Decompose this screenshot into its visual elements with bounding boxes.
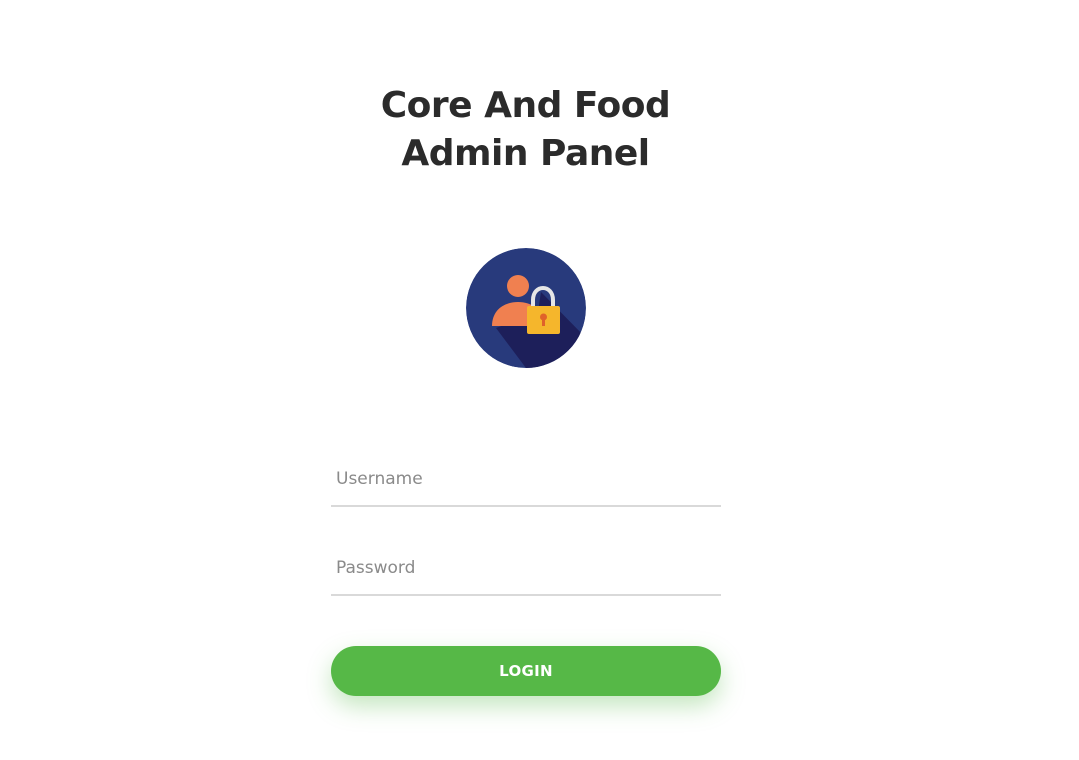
page-title-line-1: Core And Food (380, 85, 671, 126)
username-field (331, 453, 721, 507)
password-input[interactable] (331, 542, 721, 594)
password-field (331, 542, 721, 596)
username-input[interactable] (331, 453, 721, 505)
user-lock-icon (466, 248, 586, 368)
page-title-line-2: Admin Panel (401, 133, 650, 174)
login-page: Core And Food Admin Panel LOGIN (0, 0, 1079, 760)
login-button[interactable]: LOGIN (331, 646, 721, 696)
